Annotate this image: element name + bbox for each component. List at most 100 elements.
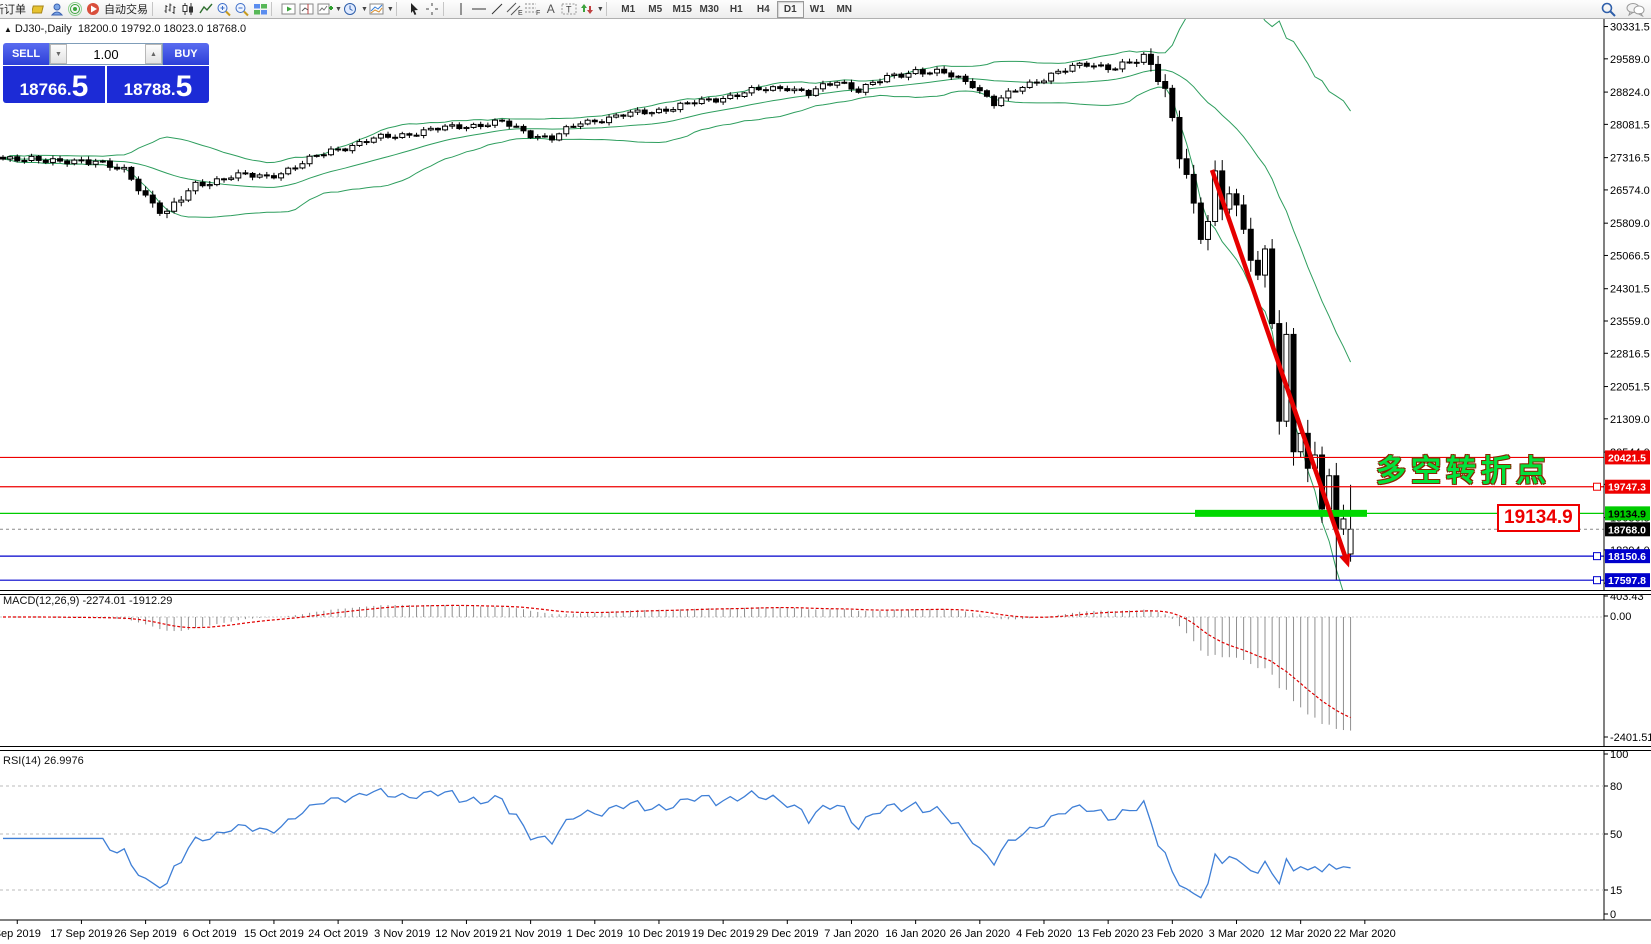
svg-text:T: T bbox=[566, 5, 572, 15]
svg-text:19747.3: 19747.3 bbox=[1608, 482, 1646, 494]
trendline-icon[interactable] bbox=[488, 1, 506, 17]
date-tick-label: 26 Sep 2019 bbox=[114, 928, 176, 940]
date-tick-label: 16 Jan 2020 bbox=[885, 928, 946, 940]
price-tick-label: 26574.0 bbox=[1610, 185, 1650, 197]
volume-increase-button[interactable]: ▲ bbox=[145, 44, 162, 64]
timeframe-H4[interactable]: H4 bbox=[750, 1, 777, 18]
auto-scroll-icon[interactable] bbox=[280, 1, 298, 17]
sell-price[interactable]: 18766.5 bbox=[3, 66, 105, 103]
date-tick-label: 26 Jan 2020 bbox=[950, 928, 1011, 940]
price-tick-label: 22816.5 bbox=[1610, 348, 1650, 360]
symbol-period-label: DJ30-,Daily bbox=[15, 23, 72, 35]
rsi-pane bbox=[0, 786, 1604, 898]
date-tick-label: 4 Feb 2020 bbox=[1016, 928, 1072, 940]
arrows-tool-icon[interactable] bbox=[578, 1, 596, 17]
price-tag-19134.9: 19134.9 bbox=[1605, 506, 1650, 520]
zoom-in-icon[interactable] bbox=[215, 1, 233, 17]
date-tick-label: 1 Dec 2019 bbox=[567, 928, 623, 940]
candlestick-chart-icon[interactable] bbox=[179, 1, 197, 17]
price-tick-label: 21309.0 bbox=[1610, 414, 1650, 426]
date-tick-label: Sep 2019 bbox=[0, 928, 41, 940]
chart-shift-icon[interactable] bbox=[298, 1, 316, 17]
date-tick-label: 10 Dec 2019 bbox=[628, 928, 690, 940]
svg-text:20421.5: 20421.5 bbox=[1608, 452, 1646, 464]
support-zone-segment[interactable] bbox=[1195, 510, 1367, 517]
trendline-object[interactable] bbox=[1212, 170, 1350, 568]
turning-point-annotation[interactable]: 多空转折点 bbox=[1376, 446, 1551, 490]
periods-dropdown[interactable]: ▼ bbox=[361, 6, 368, 13]
cursor-icon[interactable] bbox=[405, 1, 423, 17]
bollinger-band-m[interactable] bbox=[3, 70, 1351, 362]
data-window-icon[interactable] bbox=[48, 1, 66, 17]
pane-separator-rsi[interactable] bbox=[0, 746, 1651, 751]
svg-text:18150.6: 18150.6 bbox=[1608, 551, 1646, 563]
rsi-scale-label: 50 bbox=[1610, 829, 1622, 841]
timeframe-M1[interactable]: M1 bbox=[615, 1, 642, 18]
price-tick-label: 27316.5 bbox=[1610, 153, 1650, 165]
timeframe-M5[interactable]: M5 bbox=[642, 1, 669, 18]
crosshair-icon[interactable] bbox=[423, 1, 441, 17]
rsi-line bbox=[3, 789, 1351, 898]
price-tick-label: 30331.5 bbox=[1610, 22, 1650, 34]
price-tick-label: 23559.0 bbox=[1610, 316, 1650, 328]
price-tick-label: 25066.5 bbox=[1610, 250, 1650, 262]
timeframe-W1[interactable]: W1 bbox=[804, 1, 831, 18]
toolbar-separator bbox=[152, 2, 158, 16]
chat-icon[interactable] bbox=[1625, 1, 1645, 17]
tile-windows-icon[interactable] bbox=[251, 1, 269, 17]
zoom-out-icon[interactable] bbox=[233, 1, 251, 17]
template-icon[interactable] bbox=[368, 1, 386, 17]
price-tick-label: 24301.5 bbox=[1610, 284, 1650, 296]
svg-text:F: F bbox=[536, 10, 540, 16]
price-tick-label: 22051.5 bbox=[1610, 382, 1650, 394]
bar-chart-icon[interactable] bbox=[161, 1, 179, 17]
fibonacci-icon[interactable]: F bbox=[524, 1, 542, 17]
new-order-button[interactable]: 新订单 bbox=[0, 1, 30, 17]
pane-separator-macd[interactable] bbox=[0, 590, 1651, 595]
line-chart-icon[interactable] bbox=[197, 1, 215, 17]
buy-button[interactable]: BUY bbox=[163, 43, 209, 65]
autotrading-button[interactable]: 自动交易 bbox=[102, 1, 150, 17]
timeframe-MN[interactable]: MN bbox=[831, 1, 858, 18]
arrows-dropdown[interactable]: ▼ bbox=[597, 6, 604, 13]
date-axis[interactable]: Sep 201917 Sep 201926 Sep 20196 Oct 2019… bbox=[0, 920, 1651, 940]
horizontal-lines-layer[interactable] bbox=[0, 457, 1604, 580]
date-tick-label: 13 Feb 2020 bbox=[1077, 928, 1139, 940]
main-toolbar: 新订单 自动交易 ▼ ▼ ▼ E F A T ▼ M1M5M15M30H1H4D… bbox=[0, 0, 1651, 19]
bollinger-band-l[interactable] bbox=[3, 87, 1351, 613]
search-icon[interactable] bbox=[1599, 1, 1617, 17]
trendline-arrowhead bbox=[1339, 553, 1350, 567]
sell-button[interactable]: SELL bbox=[3, 43, 49, 65]
macd-scale-label: -2401.51 bbox=[1610, 732, 1651, 744]
timeframe-D1[interactable]: D1 bbox=[777, 1, 804, 18]
new-chart-icon[interactable] bbox=[316, 1, 334, 17]
vertical-line-icon[interactable] bbox=[452, 1, 470, 17]
periods-clock-icon[interactable] bbox=[342, 1, 360, 17]
new-chart-dropdown[interactable]: ▼ bbox=[335, 6, 342, 13]
buy-price[interactable]: 18788.5 bbox=[107, 66, 209, 103]
timeframe-M30[interactable]: M30 bbox=[696, 1, 723, 18]
signal-icon[interactable] bbox=[66, 1, 84, 17]
ohlc-values: 18200.0 19792.0 18023.0 18768.0 bbox=[78, 23, 246, 35]
template-dropdown[interactable]: ▼ bbox=[387, 6, 394, 13]
price-tick-label: 25809.0 bbox=[1610, 218, 1650, 230]
rsi-scale-label: 15 bbox=[1610, 885, 1622, 897]
rsi-indicator-label: RSI(14) 26.9976 bbox=[3, 755, 84, 767]
autotrading-icon[interactable] bbox=[84, 1, 102, 17]
horizontal-line-icon[interactable] bbox=[470, 1, 488, 17]
one-click-trading-panel: SELL ▼ ▲ BUY 18766.5 18788.5 bbox=[3, 43, 209, 103]
scroll-chart-icon[interactable] bbox=[30, 1, 48, 17]
timeframe-H1[interactable]: H1 bbox=[723, 1, 750, 18]
equidistant-channel-icon[interactable]: E bbox=[506, 1, 524, 17]
text-label-icon[interactable]: T bbox=[560, 1, 578, 17]
date-tick-label: 21 Nov 2019 bbox=[499, 928, 561, 940]
volume-decrease-button[interactable]: ▼ bbox=[50, 44, 67, 64]
volume-input[interactable] bbox=[67, 44, 145, 64]
collapse-marker-icon[interactable]: ▲ bbox=[4, 25, 12, 34]
toolbar-separator bbox=[396, 2, 402, 16]
level-price-label[interactable]: 19134.9 bbox=[1497, 504, 1580, 532]
timeframe-M15[interactable]: M15 bbox=[669, 1, 696, 18]
date-tick-label: 15 Oct 2019 bbox=[244, 928, 304, 940]
text-tool-icon[interactable]: A bbox=[542, 1, 560, 17]
svg-text:19134.9: 19134.9 bbox=[1608, 508, 1646, 520]
